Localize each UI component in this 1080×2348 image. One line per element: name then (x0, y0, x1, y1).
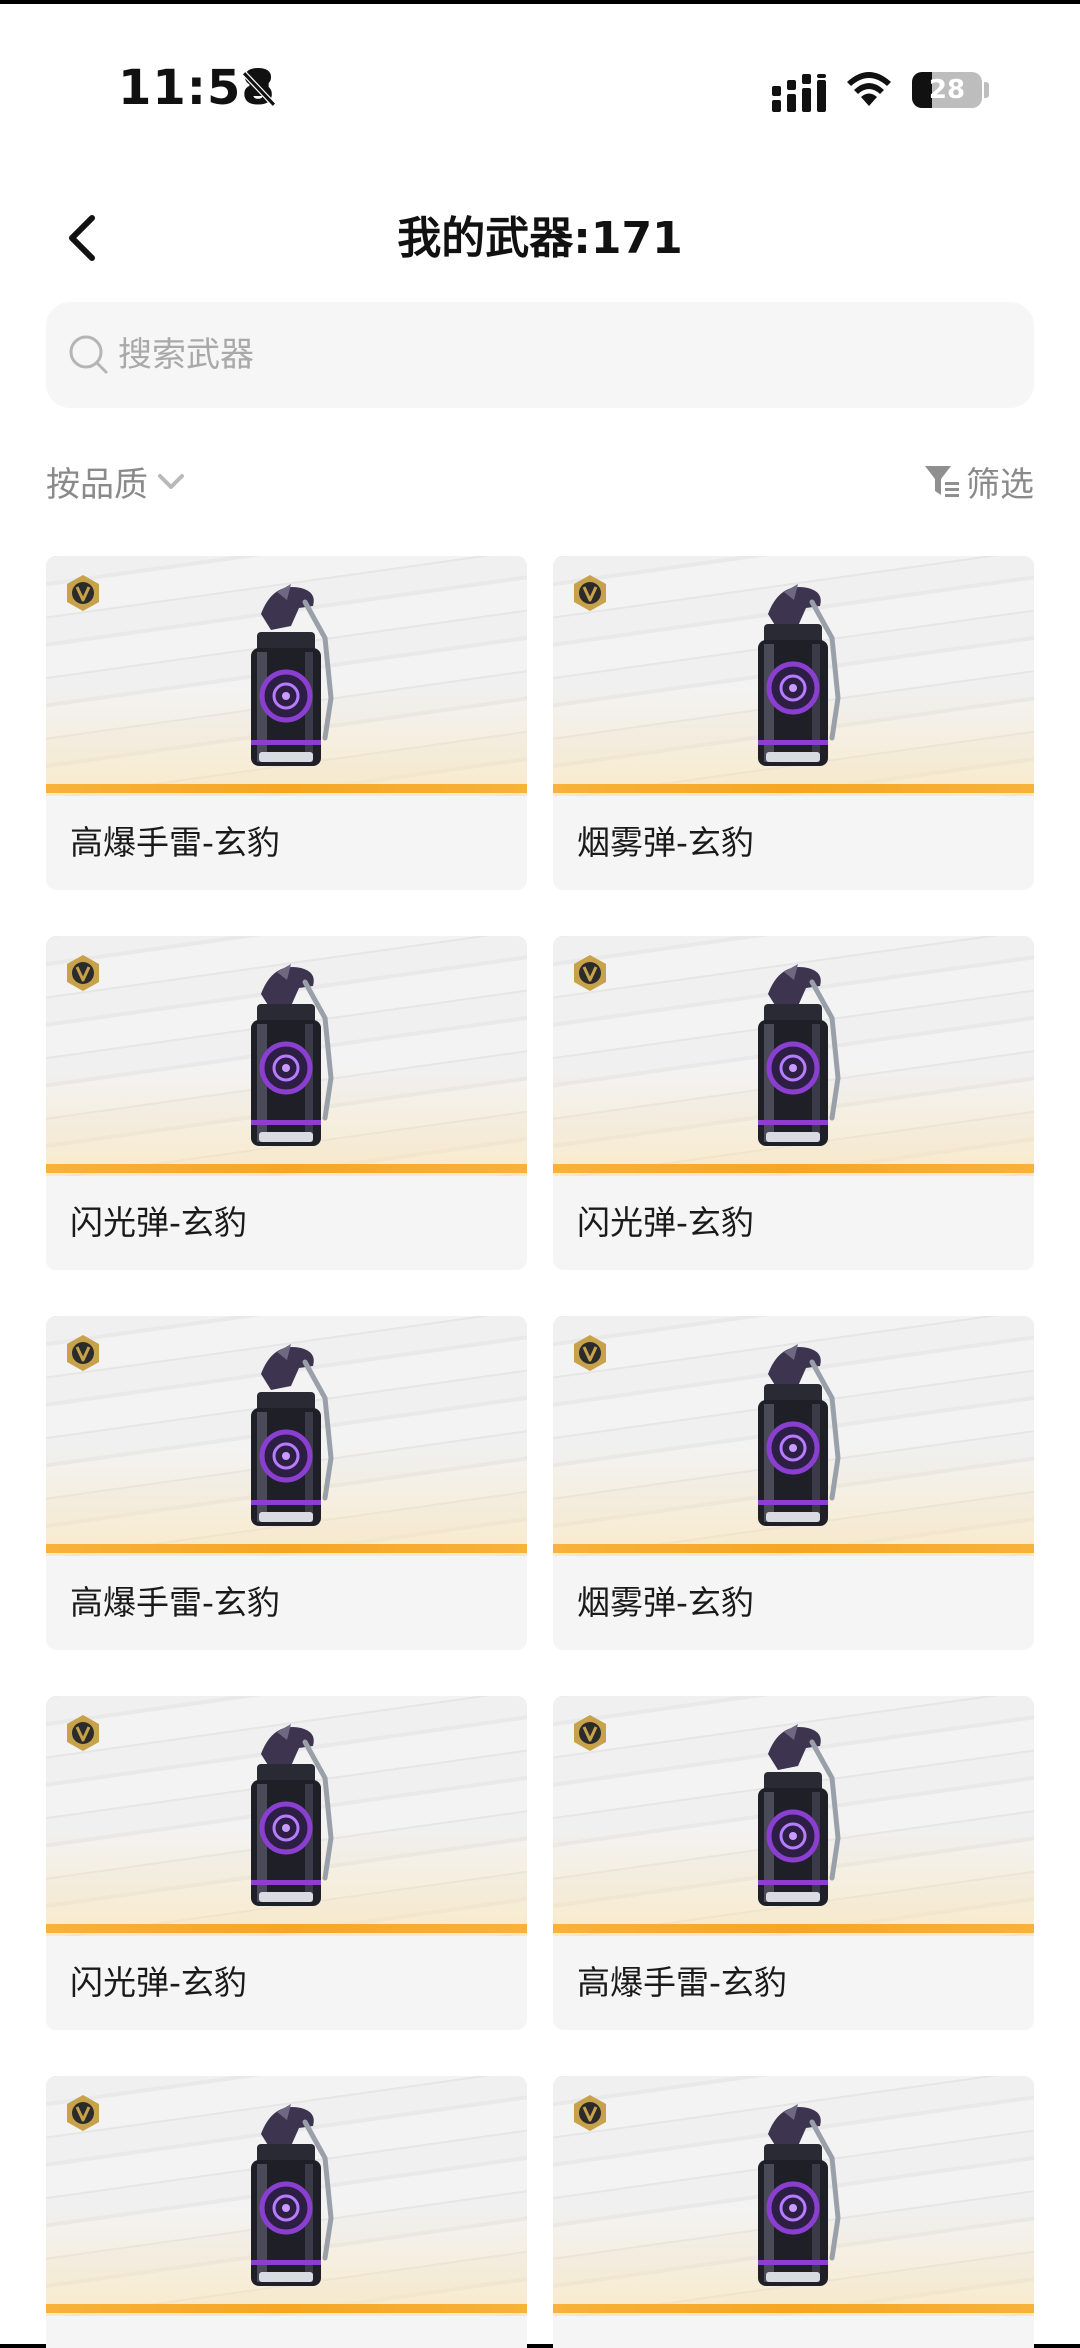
filter-icon (925, 466, 959, 497)
weapon-card-image (553, 1316, 1034, 1556)
weapon-card-image (553, 2076, 1034, 2316)
weapon-card-image (46, 2076, 527, 2316)
weapon-card[interactable] (46, 2076, 527, 2348)
weapon-name: 闪光弹-玄豹 (577, 1203, 754, 1242)
v-badge-icon (574, 2095, 606, 2131)
weapon-card-image (553, 556, 1034, 796)
weapon-card[interactable]: 闪光弹-玄豹 (553, 936, 1034, 1270)
weapon-card[interactable]: 烟雾弹-玄豹 (553, 556, 1034, 890)
search-input[interactable] (118, 302, 998, 408)
grenade-image-icon (251, 964, 334, 1146)
v-badge-icon (574, 575, 606, 611)
weapon-card-image (553, 936, 1034, 1176)
weapon-name: 烟雾弹-玄豹 (577, 823, 754, 862)
quality-bar (46, 1164, 527, 1173)
grenade-image-icon (758, 964, 841, 1146)
filter-label: 筛选 (966, 464, 1034, 505)
weapon-card-image (46, 1696, 527, 1936)
weapon-name: 高爆手雷-玄豹 (577, 1963, 787, 2002)
weapon-card-image (46, 1316, 527, 1556)
quality-bar (553, 1924, 1034, 1933)
weapon-name: 闪光弹-玄豹 (70, 1203, 247, 1242)
weapon-card[interactable]: 高爆手雷-玄豹 (553, 1696, 1034, 2030)
sort-label: 按品质 (46, 464, 148, 505)
weapon-name: 闪光弹-玄豹 (70, 1963, 247, 2002)
weapon-name: 烟雾弹-玄豹 (577, 1583, 754, 1622)
quality-bar (553, 784, 1034, 793)
chevron-down-icon (158, 474, 184, 489)
back-button[interactable] (54, 208, 114, 268)
status-bar: 11:58 28 (0, 4, 1080, 174)
battery-cap (984, 82, 989, 98)
weapon-card[interactable]: 高爆手雷-玄豹 (46, 556, 527, 890)
battery-text: 28 (928, 75, 966, 105)
weapon-grid: 高爆手雷-玄豹 烟雾弹-玄豹 闪光弹-玄豹 闪光弹-玄豹 高爆手雷-玄豹 烟雾弹… (46, 556, 1034, 2348)
v-badge-icon (67, 1715, 99, 1751)
grenade-image-icon (251, 2104, 334, 2286)
grenade-image-icon (758, 584, 841, 766)
quality-bar (553, 1164, 1034, 1173)
header: 我的武器:171 (0, 194, 1080, 284)
v-badge-icon (67, 2095, 99, 2131)
quality-bar (46, 1544, 527, 1553)
weapon-card-image (46, 556, 527, 796)
weapon-card[interactable]: 烟雾弹-玄豹 (553, 1316, 1034, 1650)
quality-bar (46, 2304, 527, 2313)
v-badge-icon (574, 1715, 606, 1751)
grenade-image-icon (758, 1344, 841, 1526)
wifi-icon (847, 72, 891, 106)
grenade-image-icon (251, 1344, 334, 1526)
search-box[interactable] (46, 302, 1034, 408)
filter-button[interactable]: 筛选 (922, 454, 1034, 508)
grenade-image-icon (251, 584, 334, 766)
quality-bar (46, 1924, 527, 1933)
quality-bar (553, 1544, 1034, 1553)
grenade-image-icon (758, 1724, 841, 1906)
bell-muted-icon (242, 71, 276, 107)
weapon-card[interactable] (553, 2076, 1034, 2348)
page-title: 我的武器:171 (397, 213, 683, 264)
signal-icon (772, 74, 826, 112)
v-badge-icon (574, 1335, 606, 1371)
v-badge-icon (67, 955, 99, 991)
weapon-card[interactable]: 高爆手雷-玄豹 (46, 1316, 527, 1650)
weapon-card-image (553, 1696, 1034, 1936)
battery-icon: 28 (912, 72, 982, 108)
quality-bar (46, 784, 527, 793)
grenade-image-icon (758, 2104, 841, 2286)
v-badge-icon (574, 955, 606, 991)
weapon-card[interactable]: 闪光弹-玄豹 (46, 1696, 527, 2030)
weapon-card[interactable]: 闪光弹-玄豹 (46, 936, 527, 1270)
weapon-name: 高爆手雷-玄豹 (70, 823, 280, 862)
v-badge-icon (67, 575, 99, 611)
weapon-card-image (46, 936, 527, 1176)
grenade-image-icon (251, 1724, 334, 1906)
sort-by-quality-button[interactable]: 按品质 (46, 454, 188, 508)
quality-bar (553, 2304, 1034, 2313)
search-icon (69, 335, 108, 374)
v-badge-icon (67, 1335, 99, 1371)
weapon-name: 高爆手雷-玄豹 (70, 1583, 280, 1622)
